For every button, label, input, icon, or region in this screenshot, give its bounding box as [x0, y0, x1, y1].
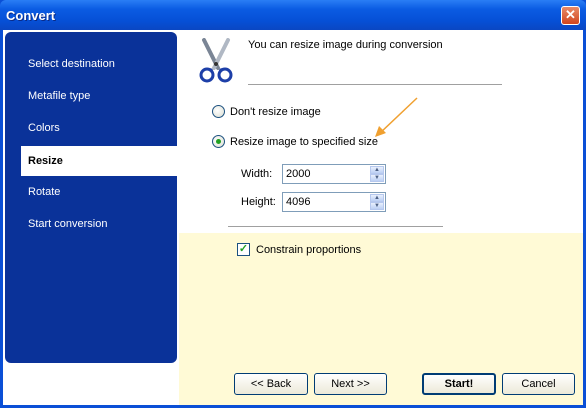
- sidebar-item-label: Metafile type: [28, 90, 91, 102]
- dialog-body: Select destination Metafile type Colors …: [3, 30, 583, 405]
- sidebar-item-select-destination[interactable]: Select destination: [5, 51, 177, 77]
- cancel-button[interactable]: Cancel: [502, 373, 575, 395]
- option-dont-resize[interactable]: Don't resize image: [212, 105, 321, 118]
- width-stepper[interactable]: 2000 ▲ ▼: [282, 164, 386, 184]
- sidebar-item-resize[interactable]: Resize: [21, 146, 177, 176]
- sidebar-item-label: Resize: [28, 155, 63, 167]
- height-value[interactable]: 4096: [286, 196, 310, 208]
- header-separator: [248, 84, 502, 85]
- scissors-icon: [199, 38, 233, 83]
- width-value[interactable]: 2000: [286, 168, 310, 180]
- next-button[interactable]: Next >>: [314, 373, 387, 395]
- sidebar-item-metafile-type[interactable]: Metafile type: [5, 83, 177, 109]
- radio-button[interactable]: [212, 105, 225, 118]
- wizard-steps-sidebar: Select destination Metafile type Colors …: [5, 32, 177, 363]
- sidebar-item-rotate[interactable]: Rotate: [5, 179, 177, 205]
- height-stepper[interactable]: 4096 ▲ ▼: [282, 192, 386, 212]
- start-button[interactable]: Start!: [422, 373, 496, 395]
- size-separator: [228, 226, 443, 227]
- width-label: Width:: [241, 168, 273, 180]
- option-resize-to-size[interactable]: Resize image to specified size: [212, 135, 378, 148]
- constrain-proportions-option[interactable]: ✓ Constrain proportions: [237, 243, 361, 256]
- sidebar-item-start-conversion[interactable]: Start conversion: [5, 211, 177, 237]
- title-bar[interactable]: Convert ✕: [0, 0, 586, 30]
- height-label: Height:: [241, 196, 276, 208]
- option-label: Don't resize image: [230, 105, 321, 118]
- sidebar-item-colors[interactable]: Colors: [5, 115, 177, 141]
- checkbox-check-icon[interactable]: ✓: [237, 243, 250, 256]
- convert-window: Convert ✕ Select destination Metafile ty…: [0, 0, 586, 408]
- sidebar-item-label: Start conversion: [28, 218, 108, 230]
- option-label: Resize image to specified size: [230, 135, 378, 148]
- close-icon: ✕: [565, 7, 576, 22]
- sidebar-item-label: Rotate: [28, 186, 61, 198]
- radio-button[interactable]: [212, 135, 225, 148]
- close-button[interactable]: ✕: [561, 6, 580, 25]
- window-title: Convert: [6, 8, 56, 23]
- height-up-arrow-icon[interactable]: ▲: [370, 194, 384, 202]
- annotation-arrow-icon: [375, 97, 418, 137]
- constrain-label: Constrain proportions: [256, 243, 362, 256]
- back-button[interactable]: << Back: [234, 373, 308, 395]
- intro-text: You can resize image during conversion: [248, 39, 443, 51]
- sidebar-item-label: Select destination: [28, 58, 115, 70]
- sidebar-item-label: Colors: [28, 122, 60, 134]
- width-down-arrow-icon[interactable]: ▼: [370, 174, 384, 182]
- width-up-arrow-icon[interactable]: ▲: [370, 166, 384, 174]
- height-down-arrow-icon[interactable]: ▼: [370, 202, 384, 210]
